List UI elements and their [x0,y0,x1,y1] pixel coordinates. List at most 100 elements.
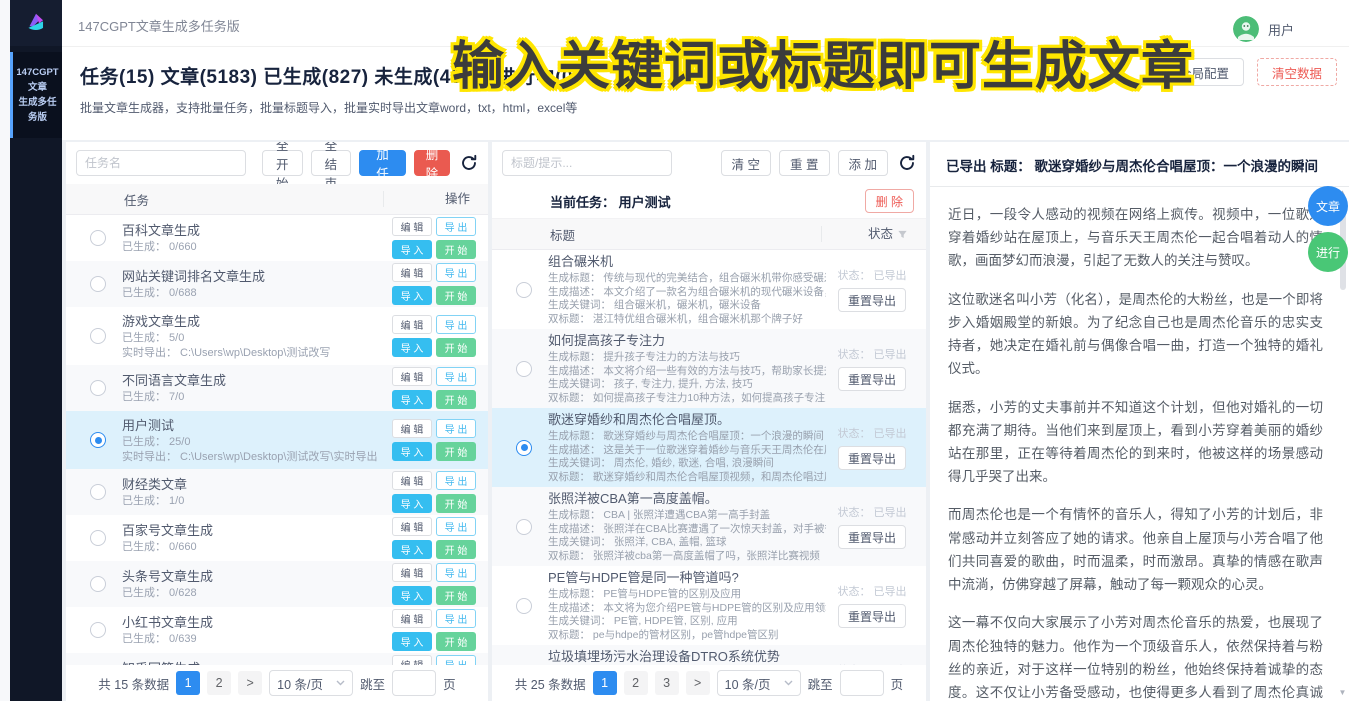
refresh-titles-icon[interactable] [898,154,916,172]
scroll-down-icon[interactable]: ▼ [1338,688,1347,697]
progress-fab-button[interactable]: 进行 [1308,232,1348,272]
user-menu[interactable]: 用户 [1233,16,1294,42]
title-row[interactable]: PE管与HDPE管是同一种管道吗? 生成标题： PE管与HDPE管的区别及应用 … [492,566,926,645]
edit-button[interactable]: 编 辑 [392,315,432,334]
title-radio[interactable] [516,282,532,298]
export-button[interactable]: 导 出 [436,517,476,536]
edit-button[interactable]: 编 辑 [392,367,432,386]
sidebar-item-app[interactable]: 147CGPT文章 生成多任务版 [10,52,62,138]
page-size-select[interactable]: 10 条/页 [717,670,801,696]
task-radio[interactable] [90,276,106,292]
edit-button[interactable]: 编 辑 [392,517,432,536]
export-button[interactable]: 导 出 [436,471,476,490]
start-button[interactable]: 开 始 [436,240,476,259]
clear-data-button[interactable]: 清空数据 [1257,58,1337,86]
jump-page-input[interactable] [840,670,884,696]
task-row[interactable]: 游戏文章生成 已生成： 5/0 实时导出： C:\Users\wp\Deskto… [66,307,488,365]
reset-export-button[interactable]: 重置导出 [838,446,906,470]
start-button[interactable]: 开 始 [436,442,476,461]
task-row[interactable]: 知乎回答生成 已生成： 0/532 编 辑 导 出 导 入 开 始 [66,653,488,665]
edit-button[interactable]: 编 辑 [392,419,432,438]
title-row-selected[interactable]: 歌迷穿婚纱和周杰伦合唱屋顶。 生成标题： 歌迷穿婚纱与周杰伦合唱屋顶：一个浪漫的… [492,408,926,487]
export-button[interactable]: 导 出 [436,263,476,282]
start-all-button[interactable]: 全开始 [262,150,303,176]
export-button[interactable]: 导 出 [436,563,476,582]
import-button[interactable]: 导 入 [392,494,432,513]
task-radio[interactable] [90,484,106,500]
import-button[interactable]: 导 入 [392,286,432,305]
export-button[interactable]: 导 出 [436,217,476,236]
title-row[interactable]: 如何提高孩子专注力 生成标题： 提升孩子专注力的方法与技巧 生成描述： 本文将介… [492,329,926,408]
title-radio[interactable] [516,519,532,535]
start-button[interactable]: 开 始 [436,286,476,305]
stop-all-button[interactable]: 全结束 [311,150,352,176]
start-button[interactable]: 开 始 [436,338,476,357]
page-2-button[interactable]: 2 [207,671,231,695]
delete-title-button[interactable]: 删 除 [865,189,914,213]
reset-export-button[interactable]: 重置导出 [838,367,906,391]
import-button[interactable]: 导 入 [392,442,432,461]
export-button[interactable]: 导 出 [436,315,476,334]
import-button[interactable]: 导 入 [392,540,432,559]
task-radio[interactable] [90,380,106,396]
start-button[interactable]: 开 始 [436,494,476,513]
start-button[interactable]: 开 始 [436,586,476,605]
import-button[interactable]: 导 入 [392,338,432,357]
task-radio[interactable] [90,622,106,638]
export-button[interactable]: 导 出 [436,367,476,386]
clear-titles-button[interactable]: 清 空 [721,150,771,176]
page-2-button[interactable]: 2 [624,671,648,695]
refresh-tasks-icon[interactable] [460,154,478,172]
add-task-button[interactable]: 添加任务 [359,150,406,176]
jump-page-input[interactable] [392,670,436,696]
title-row[interactable]: 垃圾填埋场污水治理设备DTRO系统优势 生成标题： DTRO系统：垃圾填埋场污水… [492,645,926,665]
import-button[interactable]: 导 入 [392,390,432,409]
task-radio-selected[interactable] [90,432,106,448]
title-radio[interactable] [516,598,532,614]
task-row[interactable]: 百家号文章生成 已生成： 0/660 编 辑 导 出 导 入 开 始 [66,515,488,561]
title-search-input[interactable] [502,150,672,176]
title-radio-selected[interactable] [516,440,532,456]
edit-button[interactable]: 编 辑 [392,563,432,582]
page-size-select[interactable]: 10 条/页 [269,670,353,696]
edit-button[interactable]: 编 辑 [392,263,432,282]
next-page-button[interactable]: > [238,671,262,695]
start-button[interactable]: 开 始 [436,632,476,651]
filter-icon[interactable] [897,229,908,240]
import-button[interactable]: 导 入 [392,240,432,259]
task-row[interactable]: 网站关键词排名文章生成 已生成： 0/688 编 辑 导 出 导 入 开 始 [66,261,488,307]
export-button[interactable]: 导 出 [436,655,476,665]
task-row-selected[interactable]: 用户测试 已生成： 25/0 实时导出： C:\Users\wp\Desktop… [66,411,488,469]
task-row[interactable]: 不同语言文章生成 已生成： 7/0 编 辑 导 出 导 入 开 始 [66,365,488,411]
task-radio[interactable] [90,530,106,546]
edit-button[interactable]: 编 辑 [392,609,432,628]
next-page-button[interactable]: > [686,671,710,695]
reset-titles-button[interactable]: 重 置 [779,150,829,176]
page-3-button[interactable]: 3 [655,671,679,695]
task-radio[interactable] [90,576,106,592]
title-row[interactable]: 张照洋被CBA第一高度盖帽。 生成标题： CBA | 张照洋遭遇CBA第一高手封… [492,487,926,566]
reset-export-button[interactable]: 重置导出 [838,604,906,628]
export-button[interactable]: 导 出 [436,609,476,628]
task-row[interactable]: 百科文章生成 已生成： 0/660 编 辑 导 出 导 入 开 始 [66,215,488,261]
task-search-input[interactable] [76,150,246,176]
edit-button[interactable]: 编 辑 [392,217,432,236]
task-row[interactable]: 财经类文章 已生成： 1/0 编 辑 导 出 导 入 开 始 [66,469,488,515]
start-button[interactable]: 开 始 [436,390,476,409]
import-button[interactable]: 导 入 [392,586,432,605]
reset-export-button[interactable]: 重置导出 [838,288,906,312]
edit-button[interactable]: 编 辑 [392,655,432,665]
title-row[interactable]: 组合碾米机 生成标题： 传统与现代的完美结合，组合碾米机带你感受碾米新时代 生成… [492,250,926,329]
title-radio[interactable] [516,361,532,377]
page-1-button[interactable]: 1 [593,671,617,695]
task-row[interactable]: 小红书文章生成 已生成： 0/639 编 辑 导 出 导 入 开 始 [66,607,488,653]
reset-export-button[interactable]: 重置导出 [838,525,906,549]
article-fab-button[interactable]: 文章 [1308,186,1348,226]
task-radio[interactable] [90,328,106,344]
delete-task-button[interactable]: 删 除 [414,150,450,176]
page-1-button[interactable]: 1 [176,671,200,695]
import-button[interactable]: 导 入 [392,632,432,651]
user-avatar[interactable] [1233,16,1259,42]
add-title-button[interactable]: 添 加 [838,150,888,176]
task-radio[interactable] [90,230,106,246]
